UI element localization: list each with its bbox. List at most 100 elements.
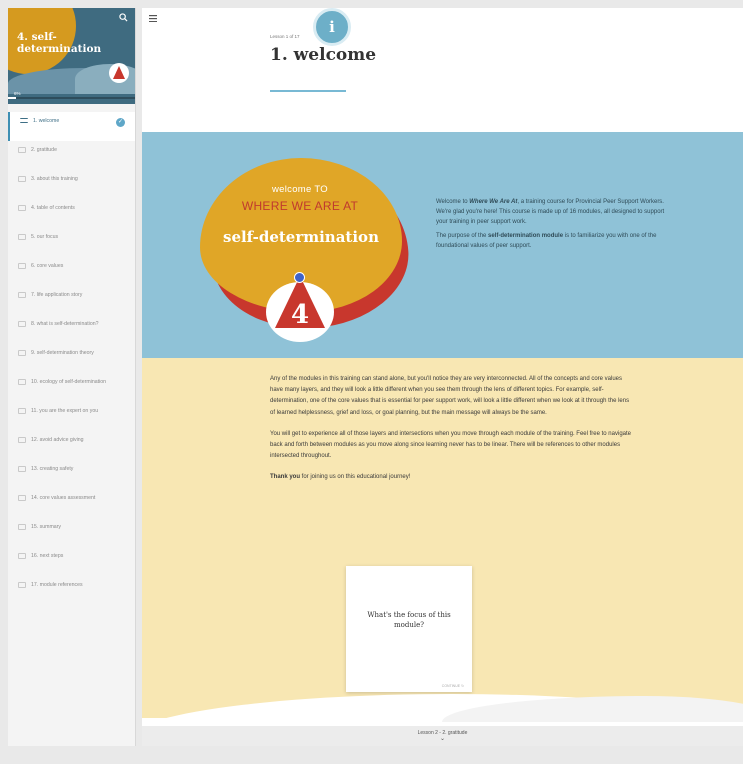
page-icon bbox=[18, 147, 26, 153]
page-icon bbox=[18, 263, 26, 269]
flashcard[interactable]: What's the focus of this module? CONTINU… bbox=[346, 566, 472, 692]
search-icon[interactable] bbox=[119, 13, 128, 25]
page-icon bbox=[18, 350, 26, 356]
sidebar-item-label: 10. ecology of self-determination bbox=[31, 379, 106, 385]
intro-text: Any of the modules in this training can … bbox=[270, 374, 634, 494]
sidebar-item-13[interactable]: 13. creating safety bbox=[8, 460, 135, 489]
sidebar-item-label: 8. what is self-determination? bbox=[31, 321, 99, 327]
title-divider bbox=[270, 90, 346, 92]
thank-you-bold: Thank you bbox=[270, 474, 301, 481]
sidebar-item-2[interactable]: 2. gratitude bbox=[8, 141, 135, 170]
sidebar-item-17[interactable]: 17. module references bbox=[8, 576, 135, 605]
page-icon bbox=[18, 205, 26, 211]
progress-text: 6% bbox=[14, 91, 21, 96]
course-title[interactable]: 4. self- determination bbox=[17, 31, 101, 55]
page-icon bbox=[18, 408, 26, 414]
info-icon[interactable]: i bbox=[313, 8, 351, 46]
page-icon bbox=[18, 466, 26, 472]
course-title-line1: 4. self- bbox=[17, 31, 57, 43]
banner-paragraph-1: Welcome to Where We Are At, a training c… bbox=[436, 197, 668, 227]
lesson-list: 1. welcome ✓ 2. gratitude 3. about this tra… bbox=[8, 104, 135, 605]
emblem-number: 4 bbox=[290, 300, 310, 330]
sidebar-item-label: 13. creating safety bbox=[31, 466, 74, 472]
logo-triangle-icon bbox=[113, 66, 125, 79]
flashcard-question: What's the focus of this module? bbox=[367, 611, 451, 629]
sidebar-item-label: 4. table of contents bbox=[31, 205, 75, 211]
sidebar-item-15[interactable]: 15. summary bbox=[8, 518, 135, 547]
intro-paragraph-3: Thank you for joining us on this educati… bbox=[270, 472, 634, 483]
progress-bar-fill bbox=[8, 97, 16, 99]
page-icon bbox=[18, 379, 26, 385]
sidebar-item-label: 7. life application story bbox=[31, 292, 83, 298]
intro-paragraph-1: Any of the modules in this training can … bbox=[270, 376, 630, 416]
next-lesson-label: Lesson 2 - 2. gratitude bbox=[417, 730, 468, 736]
sidebar-item-label: 9. self-determination theory bbox=[31, 350, 94, 356]
hamburger-icon[interactable] bbox=[149, 15, 157, 24]
sidebar-item-label: 14. core values assessment bbox=[31, 495, 96, 501]
lesson-count: Lesson 1 of 17 bbox=[270, 34, 300, 39]
sidebar-item-8[interactable]: 8. what is self-determination? bbox=[8, 315, 135, 344]
sidebar-item-6[interactable]: 6. core values bbox=[8, 257, 135, 286]
page-icon bbox=[20, 118, 28, 123]
banner-welcome-to: welcome TO bbox=[272, 184, 328, 195]
sidebar-item-4[interactable]: 4. table of contents bbox=[8, 199, 135, 228]
sidebar-item-3[interactable]: 3. about this training bbox=[8, 170, 135, 199]
sidebar-item-label: 2. gratitude bbox=[31, 147, 57, 153]
app-frame: 4. self- determination 6% 1. welcome ✓ 2. … bbox=[0, 0, 743, 764]
sidebar-item-label: 3. about this training bbox=[31, 176, 78, 182]
sidebar-item-10[interactable]: 10. ecology of self-determination bbox=[8, 373, 135, 402]
emblem-figure-icon bbox=[294, 272, 305, 283]
progress-bar bbox=[8, 97, 135, 99]
welcome-banner: welcome TO WHERE WE ARE AT self-determin… bbox=[142, 132, 743, 358]
course-header: 4. self- determination 6% bbox=[8, 8, 135, 104]
banner-p2-module: self-determination module bbox=[488, 233, 564, 239]
page-icon bbox=[18, 292, 26, 298]
intro-section: Any of the modules in this training can … bbox=[142, 358, 743, 742]
page-icon bbox=[18, 553, 26, 559]
thank-you-rest: for joining us on this educational journ… bbox=[300, 474, 411, 481]
sidebar-item-16[interactable]: 16. next steps bbox=[8, 547, 135, 576]
sidebar-item-1[interactable]: 1. welcome ✓ bbox=[8, 112, 135, 141]
next-lesson-bar[interactable]: Lesson 2 - 2. gratitude ⌄ bbox=[142, 726, 743, 746]
sidebar-item-label: 15. summary bbox=[31, 524, 61, 530]
sidebar-item-label: 12. avoid advice giving bbox=[31, 437, 84, 443]
sidebar-item-11[interactable]: 11. you are the expert on you bbox=[8, 402, 135, 431]
page-icon bbox=[18, 582, 26, 588]
chevron-down-icon[interactable]: ⌄ bbox=[142, 736, 743, 742]
sidebar-item-label: 6. core values bbox=[31, 263, 64, 269]
intro-paragraph-2: You will get to experience all of those … bbox=[270, 430, 631, 460]
banner-paragraph-2: The purpose of the self-determination mo… bbox=[436, 231, 668, 251]
sidebar-item-7[interactable]: 7. life application story bbox=[8, 286, 135, 315]
banner-p1-prefix: Welcome to bbox=[436, 199, 470, 205]
course-logo bbox=[109, 63, 129, 83]
sidebar-item-5[interactable]: 5. our focus bbox=[8, 228, 135, 257]
page-icon bbox=[18, 437, 26, 443]
check-icon: ✓ bbox=[116, 118, 125, 127]
flip-icon: ↻ bbox=[461, 684, 464, 688]
sidebar-item-9[interactable]: 9. self-determination theory bbox=[8, 344, 135, 373]
sidebar-item-label: 16. next steps bbox=[31, 553, 64, 559]
sidebar: 4. self- determination 6% 1. welcome ✓ 2. … bbox=[8, 8, 136, 746]
page-icon bbox=[18, 176, 26, 182]
sidebar-item-label: 17. module references bbox=[31, 582, 83, 588]
page-icon bbox=[18, 524, 26, 530]
page-icon bbox=[18, 321, 26, 327]
sidebar-item-label: 11. you are the expert on you bbox=[31, 408, 99, 414]
module-emblem: 4 bbox=[266, 272, 334, 342]
flashcard-flip-label: CONTINUE bbox=[441, 684, 461, 688]
lesson-content: i Lesson 1 of 17 1. welcome welcome TO W… bbox=[142, 8, 743, 746]
page-title: 1. welcome bbox=[270, 45, 377, 65]
banner-p1-course-name: Where We Are At bbox=[469, 199, 518, 205]
banner-where-we-are-at: WHERE WE ARE AT bbox=[241, 199, 359, 213]
sidebar-item-label: 1. welcome bbox=[33, 118, 60, 124]
course-title-line2: determination bbox=[17, 43, 102, 55]
banner-intro-text: Welcome to Where We Are At, a training c… bbox=[436, 197, 668, 255]
sidebar-item-14[interactable]: 14. core values assessment bbox=[8, 489, 135, 518]
page-icon bbox=[18, 495, 26, 501]
banner-p2-prefix: The purpose of the bbox=[436, 233, 489, 239]
sidebar-item-12[interactable]: 12. avoid advice giving bbox=[8, 431, 135, 460]
sidebar-item-label: 5. our focus bbox=[31, 234, 59, 240]
flashcard-flip[interactable]: CONTINUE ↻ bbox=[442, 684, 464, 688]
page-icon bbox=[18, 234, 26, 240]
banner-module-name: self-determination bbox=[223, 228, 379, 246]
